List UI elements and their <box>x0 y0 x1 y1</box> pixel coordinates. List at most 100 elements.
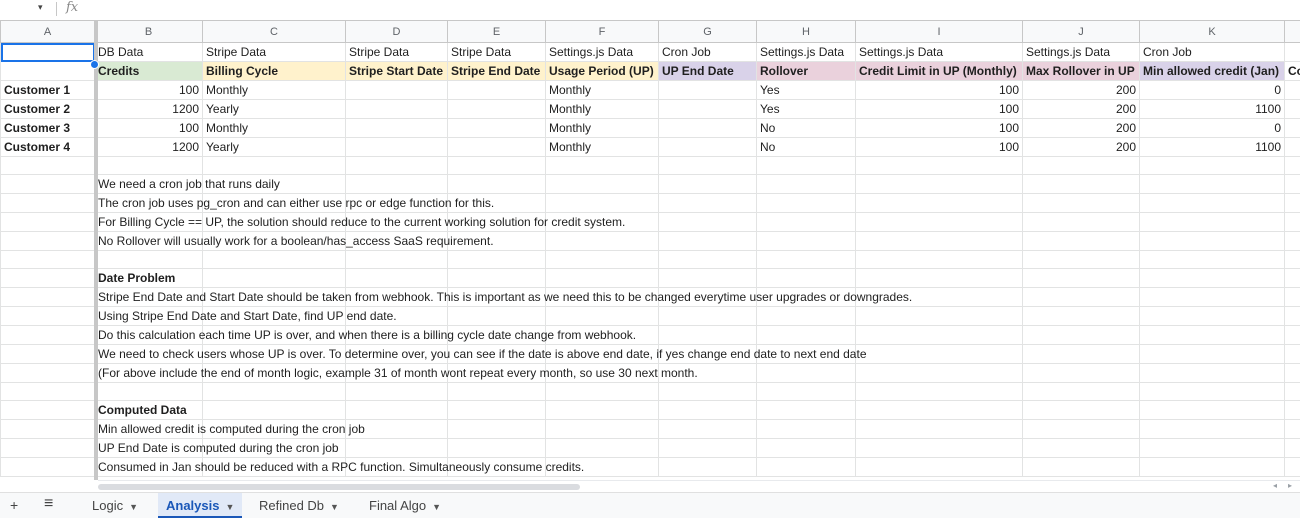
cell[interactable] <box>448 157 546 175</box>
chevron-down-icon[interactable]: ▼ <box>432 502 441 512</box>
cell[interactable] <box>1140 345 1285 364</box>
cell[interactable] <box>546 232 659 251</box>
customer-name-cell[interactable]: Customer 4 <box>1 138 95 157</box>
cell[interactable] <box>1285 458 1300 477</box>
cell[interactable] <box>856 232 1023 251</box>
cell[interactable] <box>1140 383 1285 401</box>
source-label-cell[interactable]: Stripe Data <box>346 43 448 62</box>
cell[interactable] <box>1023 175 1140 194</box>
cell[interactable] <box>1023 401 1140 420</box>
cell[interactable] <box>1 194 95 213</box>
usage-period-cell[interactable]: Monthly <box>546 100 659 119</box>
cell[interactable] <box>1023 194 1140 213</box>
cell[interactable] <box>757 194 856 213</box>
min-credit-cell[interactable]: 0 <box>1140 119 1285 138</box>
cell[interactable] <box>856 194 1023 213</box>
chevron-down-icon[interactable]: ▼ <box>129 502 138 512</box>
cell[interactable] <box>856 364 1023 383</box>
up-end-date-cell[interactable] <box>659 119 757 138</box>
stripe-end-cell[interactable] <box>448 81 546 100</box>
source-label-cell[interactable]: Settings.js Data <box>546 43 659 62</box>
max-rollover-cell[interactable]: 200 <box>1023 100 1140 119</box>
cell[interactable] <box>757 251 856 269</box>
column-title-cell[interactable]: Co <box>1285 62 1300 81</box>
cell[interactable] <box>856 251 1023 269</box>
cell[interactable] <box>757 420 856 439</box>
cell[interactable] <box>1285 138 1300 157</box>
cell[interactable] <box>1140 157 1285 175</box>
cell[interactable] <box>346 383 448 401</box>
cell[interactable] <box>1285 81 1300 100</box>
cell[interactable] <box>1140 420 1285 439</box>
cell[interactable] <box>1 439 95 458</box>
cell[interactable] <box>659 420 757 439</box>
column-header-C[interactable]: C <box>203 21 346 43</box>
cell[interactable] <box>1 251 95 269</box>
cell[interactable] <box>856 326 1023 345</box>
cell[interactable] <box>203 269 346 288</box>
cell[interactable] <box>1140 251 1285 269</box>
up-end-date-cell[interactable] <box>659 138 757 157</box>
column-title-cell[interactable]: Credits <box>95 62 203 81</box>
column-header-A[interactable]: A <box>1 21 95 43</box>
cell[interactable] <box>1285 420 1300 439</box>
cell[interactable] <box>448 383 546 401</box>
cell[interactable] <box>757 364 856 383</box>
cell[interactable] <box>1285 232 1300 251</box>
cell[interactable] <box>757 232 856 251</box>
cell[interactable] <box>1023 251 1140 269</box>
rollover-cell[interactable]: Yes <box>757 100 856 119</box>
column-title-cell[interactable]: Min allowed credit (Jan) <box>1140 62 1285 81</box>
cell[interactable] <box>546 269 659 288</box>
cell[interactable] <box>1285 157 1300 175</box>
sheet-tab-refined-db[interactable]: Refined Db▼ <box>251 493 347 518</box>
stripe-start-cell[interactable] <box>346 100 448 119</box>
cell[interactable] <box>659 175 757 194</box>
column-title-cell[interactable]: Billing Cycle <box>203 62 346 81</box>
cell[interactable] <box>1 420 95 439</box>
cell[interactable] <box>346 401 448 420</box>
min-credit-cell[interactable]: 1100 <box>1140 100 1285 119</box>
cell[interactable] <box>659 194 757 213</box>
usage-period-cell[interactable]: Monthly <box>546 119 659 138</box>
scrollbar-thumb[interactable] <box>98 484 580 490</box>
cell[interactable] <box>1023 269 1140 288</box>
cell[interactable] <box>546 401 659 420</box>
cell[interactable] <box>856 439 1023 458</box>
cell[interactable] <box>1140 307 1285 326</box>
column-title-cell[interactable]: Stripe Start Date <box>346 62 448 81</box>
cell[interactable] <box>1140 326 1285 345</box>
cell[interactable] <box>346 439 448 458</box>
sheet-tab-final-algo[interactable]: Final Algo▼ <box>361 493 449 518</box>
cell[interactable] <box>659 439 757 458</box>
cell[interactable] <box>346 251 448 269</box>
column-header-E[interactable]: E <box>448 21 546 43</box>
cell[interactable] <box>856 213 1023 232</box>
cell[interactable] <box>659 383 757 401</box>
customer-name-cell[interactable]: Customer 3 <box>1 119 95 138</box>
cell[interactable] <box>1 288 95 307</box>
usage-period-cell[interactable]: Monthly <box>546 81 659 100</box>
billing-cycle-cell[interactable]: Yearly <box>203 100 346 119</box>
chevron-down-icon[interactable]: ▼ <box>225 502 234 512</box>
cell[interactable] <box>203 251 346 269</box>
column-header-I[interactable]: I <box>856 21 1023 43</box>
cell[interactable] <box>1 175 95 194</box>
stripe-start-cell[interactable] <box>346 119 448 138</box>
cell[interactable] <box>659 269 757 288</box>
cell[interactable] <box>1285 251 1300 269</box>
cell[interactable] <box>1023 326 1140 345</box>
stripe-start-cell[interactable] <box>346 81 448 100</box>
cell[interactable] <box>1140 213 1285 232</box>
column-title-cell[interactable]: Rollover <box>757 62 856 81</box>
cell[interactable] <box>856 175 1023 194</box>
cell[interactable] <box>546 383 659 401</box>
chevron-down-icon[interactable]: ▼ <box>330 502 339 512</box>
stripe-start-cell[interactable] <box>346 138 448 157</box>
cell[interactable] <box>757 383 856 401</box>
cell[interactable] <box>1285 175 1300 194</box>
cell[interactable] <box>546 194 659 213</box>
stripe-end-cell[interactable] <box>448 138 546 157</box>
cell[interactable] <box>1 62 95 81</box>
cell[interactable] <box>1 269 95 288</box>
